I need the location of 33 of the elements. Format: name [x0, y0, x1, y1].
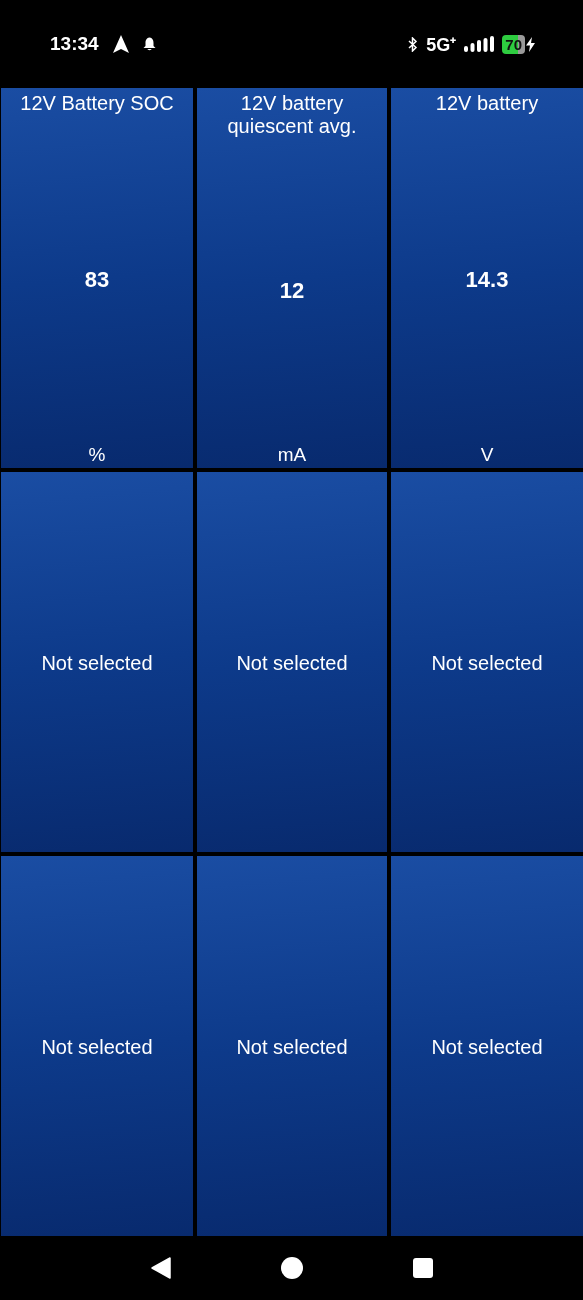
tile-value: 14.3	[465, 266, 509, 293]
tile-card[interactable]: 12V battery 14.3 V	[391, 88, 583, 468]
tile-unit: %	[88, 444, 106, 466]
clock: 13:34	[50, 33, 99, 55]
back-icon[interactable]	[150, 1257, 171, 1279]
bluetooth-icon	[408, 36, 419, 52]
tile-title: 12V battery quiescent avg.	[226, 92, 358, 138]
tile-label: Not selected	[236, 1035, 348, 1059]
tile-title: 12V battery	[434, 92, 540, 115]
navigation-icon	[112, 35, 129, 53]
network-type: 5G⁺	[426, 34, 457, 56]
bell-icon	[142, 37, 156, 51]
tile-card[interactable]: Not selected	[197, 856, 387, 1236]
tile-title: 12V Battery SOC	[19, 92, 175, 115]
tile-label: Not selected	[41, 1035, 153, 1059]
tile-label: Not selected	[431, 1035, 543, 1059]
tile-card[interactable]: Not selected	[197, 472, 387, 852]
recents-icon[interactable]	[412, 1258, 433, 1278]
tile-card[interactable]: Not selected	[1, 856, 193, 1236]
tile-value: 83	[84, 266, 110, 293]
tile-label: Not selected	[236, 651, 348, 675]
tile-card[interactable]: Not selected	[391, 472, 583, 852]
tile-card[interactable]: 12V Battery SOC 83 %	[1, 88, 193, 468]
tile-card[interactable]: 12V battery quiescent avg. 12 mA	[197, 88, 387, 468]
tile-card[interactable]: Not selected	[391, 856, 583, 1236]
tile-label: Not selected	[431, 651, 543, 675]
tile-unit: mA	[277, 444, 307, 466]
tile-value: 12	[279, 278, 305, 304]
tile-label: Not selected	[41, 651, 153, 675]
home-icon[interactable]	[280, 1257, 303, 1279]
tile-card[interactable]: Not selected	[1, 472, 193, 852]
signal-icon	[464, 36, 495, 52]
tile-unit: V	[480, 444, 494, 466]
